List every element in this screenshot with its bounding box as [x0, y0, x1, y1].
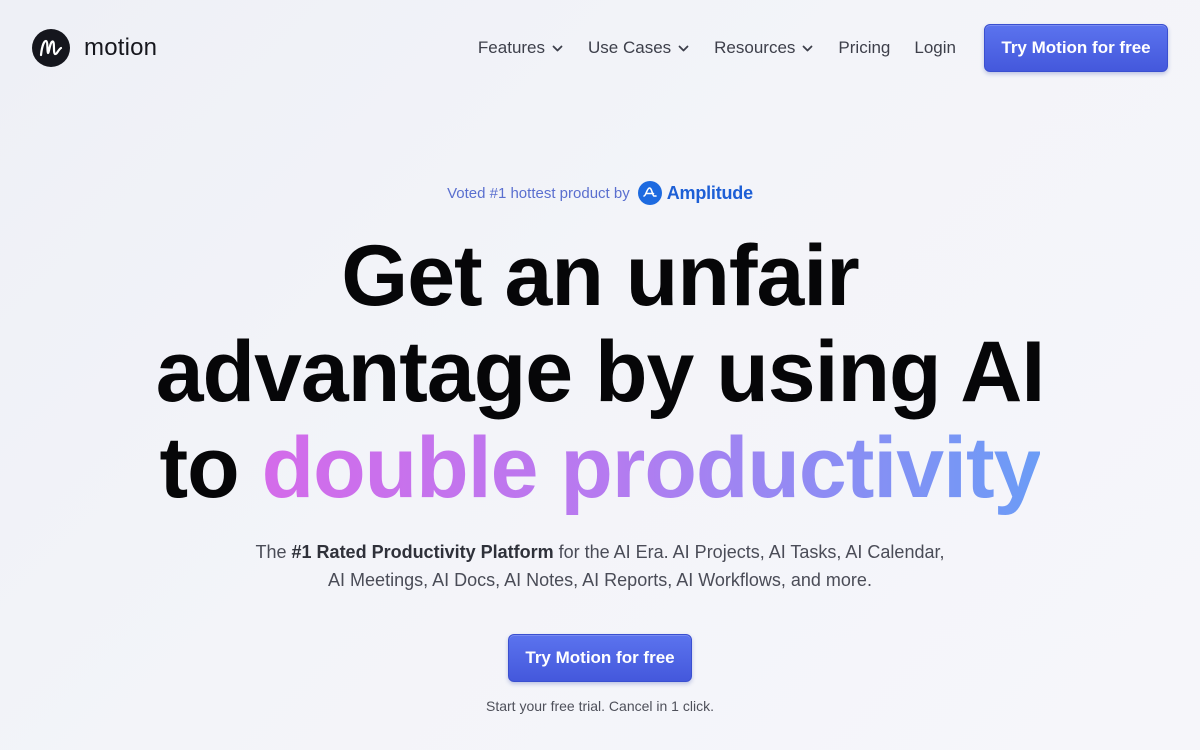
voted-text: Voted #1 hottest product by	[447, 184, 630, 202]
amplitude-logo-icon	[637, 181, 662, 205]
hero-subtitle: The #1 Rated Productivity Platform for t…	[250, 538, 950, 594]
chevron-down-icon	[803, 45, 813, 51]
nav-pricing[interactable]: Pricing	[838, 38, 890, 58]
site-header: motion Features Use Cases Resources Pric…	[0, 0, 1200, 96]
header-try-free-button[interactable]: Try Motion for free	[984, 24, 1168, 72]
voted-badge: Voted #1 hottest product by Amplitude	[0, 178, 1200, 208]
amplitude-name: Amplitude	[666, 182, 753, 203]
nav-resources[interactable]: Resources	[714, 38, 814, 58]
nav-pricing-label: Pricing	[838, 38, 891, 57]
brand-name: motion	[84, 34, 158, 61]
hero-try-free-button[interactable]: Try Motion for free	[508, 634, 692, 682]
nav-resources-label: Resources	[714, 38, 796, 57]
nav-login[interactable]: Login	[914, 38, 956, 58]
motion-logo[interactable]: motion	[32, 29, 157, 67]
nav-login-label: Login	[914, 38, 956, 57]
headline-line-2: advantage by using AI	[155, 324, 1046, 420]
headline-line-3: to double productivity	[0, 420, 1200, 516]
chevron-down-icon	[678, 45, 689, 51]
nav-use-cases-label: Use Cases	[588, 38, 672, 57]
hero-headline: Get an unfair advantage by using AI to d…	[0, 228, 1200, 516]
chevron-down-icon	[552, 45, 563, 51]
headline-line-1: Get an unfair	[341, 228, 859, 324]
nav-features[interactable]: Features	[478, 38, 564, 58]
subtitle-prefix: The	[255, 542, 292, 562]
subtitle-bold: #1 Rated Productivity Platform	[291, 542, 554, 562]
amplitude-brand: Amplitude	[637, 181, 753, 205]
headline-highlight: double productivity	[261, 420, 1042, 516]
nav-features-label: Features	[477, 38, 546, 57]
nav-use-cases[interactable]: Use Cases	[588, 38, 690, 58]
trial-note: Start your free trial. Cancel in 1 click…	[486, 698, 714, 714]
motion-logo-icon	[32, 29, 70, 67]
headline-line-3-prefix: to	[159, 420, 262, 516]
main-nav: Features Use Cases Resources Pricing Log…	[478, 35, 956, 61]
